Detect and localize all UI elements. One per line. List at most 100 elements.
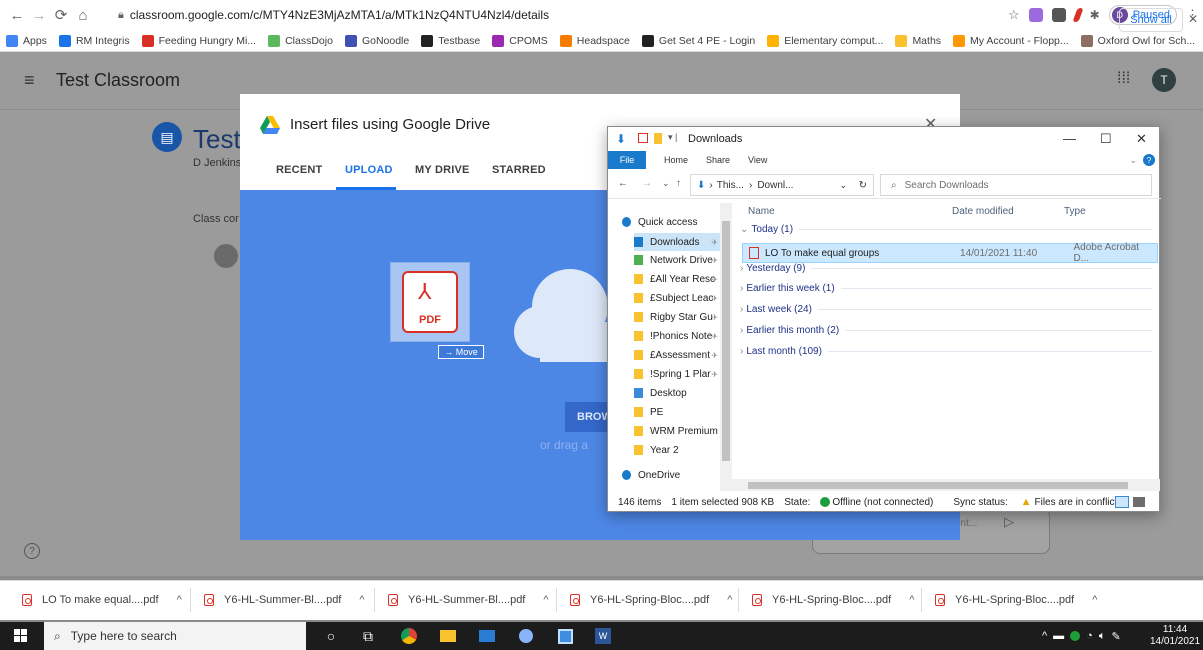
bookmark-item[interactable]: Headspace [554, 34, 636, 47]
apps-grid-icon[interactable]: ⁞⁞⁞ [1117, 70, 1130, 88]
refresh-icon[interactable]: ↻ [859, 180, 867, 191]
network-icon[interactable]: ◔ [1086, 630, 1093, 642]
paint-icon[interactable] [517, 627, 535, 645]
tray-expand-icon[interactable]: ^ [1042, 630, 1047, 642]
quick-access-toolbar-icon[interactable]: ⬇ [616, 132, 626, 146]
nav-item[interactable]: Network Drive ✈ [634, 251, 720, 269]
nav-item[interactable]: Rigby Star Gu ✈ [634, 308, 720, 326]
back-icon[interactable]: ← [6, 7, 28, 24]
bookmark-item[interactable]: Apps [0, 34, 53, 47]
horizontal-scroll-thumb[interactable] [748, 482, 1128, 489]
chevron-up-icon[interactable]: ^ [543, 594, 548, 606]
explorer-address-bar[interactable]: ⬇ › This... › Downl... ⌄ ↻ [690, 174, 874, 196]
large-icons-view-icon[interactable] [1133, 497, 1145, 507]
column-name[interactable]: Name [748, 206, 775, 217]
bookmark-item[interactable]: CPOMS [486, 34, 554, 47]
bookmark-item[interactable]: Testbase [415, 34, 486, 47]
up-icon[interactable]: ↑ [676, 178, 681, 189]
bookmark-item[interactable]: GoNoodle [339, 34, 415, 47]
file-group-header[interactable]: › Last week (24) [740, 304, 1152, 315]
recent-locations-icon[interactable]: ⌄ [662, 178, 670, 189]
download-item[interactable]: Y6-HL-Spring-Bloc....pdf ^ [935, 591, 1097, 609]
column-type[interactable]: Type [1064, 206, 1086, 217]
address-dropdown-icon[interactable]: ⌄ [839, 180, 847, 191]
nav-item[interactable]: Quick access [622, 213, 730, 231]
home-icon[interactable]: ⌂ [72, 7, 94, 24]
file-group-header[interactable]: › Yesterday (9) [740, 263, 1152, 274]
nav-item[interactable]: WRM Premium [634, 422, 720, 440]
classroom-title[interactable]: Test Classroom [56, 70, 180, 91]
tab-recent[interactable]: RECENT [276, 164, 322, 176]
download-item[interactable]: LO To make equal....pdf ^ [22, 591, 182, 609]
taskbar-search[interactable]: ⌕ Type here to search [44, 622, 306, 650]
bookmark-item[interactable]: RM Integris [53, 34, 136, 47]
extension-icon[interactable] [1051, 8, 1066, 22]
star-icon[interactable]: ☆ [1008, 7, 1020, 23]
battery-icon[interactable]: ▬ [1053, 630, 1064, 642]
forward-icon[interactable]: → [642, 178, 652, 189]
extension-icon[interactable] [1028, 8, 1043, 22]
security-icon[interactable] [1070, 631, 1081, 641]
download-item[interactable]: Y6-HL-Spring-Bloc....pdf ^ [752, 591, 914, 609]
dragged-pdf-file[interactable]: ⅄ PDF [390, 262, 470, 342]
bookmark-item[interactable]: Elementary comput... [761, 34, 889, 47]
bookmark-item[interactable]: Feeding Hungry Mi... [136, 34, 262, 47]
address-bar[interactable]: 🔒︎ classroom.google.com/c/MTY4NzE3MjAzMT… [118, 4, 998, 26]
bookmark-item[interactable]: Maths [889, 34, 947, 47]
bookmark-item[interactable]: Oxford Owl for Sch... [1075, 34, 1201, 47]
nav-item[interactable]: !Spring 1 Plar ✈ [634, 365, 720, 383]
account-avatar[interactable]: T [1152, 68, 1176, 92]
nav-item[interactable]: Desktop [634, 384, 720, 402]
forward-icon[interactable]: → [28, 7, 50, 24]
ribbon-view-tab[interactable]: View [748, 155, 767, 165]
maximize-icon[interactable]: ☐ [1100, 131, 1112, 147]
windows-start-icon[interactable] [14, 629, 28, 643]
nav-item[interactable]: Year 2 [634, 441, 720, 459]
column-date-modified[interactable]: Date modified [952, 206, 1014, 217]
expand-ribbon-icon[interactable]: ⌄ [1129, 155, 1137, 166]
pen-icon[interactable]: ✎ [1111, 630, 1120, 643]
new-folder-icon[interactable] [654, 133, 662, 144]
pen-extension-icon[interactable] [1072, 8, 1084, 22]
file-group-header[interactable]: › Earlier this month (2) [740, 325, 1152, 336]
ribbon-home-tab[interactable]: Home [664, 155, 688, 165]
reload-icon[interactable]: ⟳ [50, 6, 72, 24]
nav-item[interactable]: PE [634, 403, 720, 421]
chevron-up-icon[interactable]: ^ [177, 594, 182, 606]
bookmark-item[interactable]: My Account - Flopp... [947, 34, 1075, 47]
mail-icon[interactable] [478, 627, 496, 645]
cortana-icon[interactable]: ○ [322, 627, 340, 645]
nav-scroll-thumb[interactable] [722, 221, 730, 461]
breadcrumb-downloads[interactable]: Downl... [757, 180, 793, 191]
customize-chevron-icon[interactable]: ▾ | [668, 132, 677, 143]
nav-item[interactable]: Downloads ✈ [634, 233, 720, 251]
tab-my-drive[interactable]: MY DRIVE [415, 164, 470, 176]
back-icon[interactable]: ← [618, 178, 628, 189]
nav-item[interactable]: £Assessment ✈ [634, 346, 720, 364]
bookmark-item[interactable]: Get Set 4 PE - Login [636, 34, 761, 47]
chevron-up-icon[interactable]: ^ [1092, 594, 1097, 606]
ribbon-file-tab[interactable]: File [608, 151, 646, 169]
puzzle-icon[interactable]: ✱ [1090, 8, 1100, 22]
menu-hamburger-icon[interactable]: ≡ [24, 70, 35, 91]
file-group-header[interactable]: › Earlier this week (1) [740, 283, 1152, 294]
snipping-tool-icon[interactable] [556, 627, 574, 645]
nav-item[interactable]: !Phonics Note ✈ [634, 327, 720, 345]
file-group-header[interactable]: › Last month (109) [740, 346, 1152, 357]
taskbar-clock[interactable]: 11:44 14/01/2021 [1150, 624, 1200, 648]
chevron-up-icon[interactable]: ^ [909, 594, 914, 606]
help-icon[interactable]: ? [1143, 154, 1155, 166]
word-icon[interactable]: W [594, 627, 612, 645]
properties-icon[interactable] [638, 133, 648, 143]
ribbon-share-tab[interactable]: Share [706, 155, 730, 165]
file-row-selected[interactable]: LO To make equal groups 14/01/2021 11:40… [742, 242, 1158, 264]
details-view-icon[interactable] [1115, 496, 1129, 508]
tab-starred[interactable]: STARRED [492, 164, 546, 176]
bookmark-item[interactable]: ClassDojo [262, 34, 339, 47]
chevron-up-icon[interactable]: ^ [727, 594, 732, 606]
show-all-button[interactable]: Show all [1119, 8, 1183, 32]
nav-item[interactable]: £Subject Leac ✈ [634, 289, 720, 307]
volume-icon[interactable]: 🔈︎ [1099, 630, 1106, 643]
nav-item[interactable]: OneDrive [622, 466, 730, 484]
minimize-icon[interactable]: — [1063, 131, 1076, 146]
